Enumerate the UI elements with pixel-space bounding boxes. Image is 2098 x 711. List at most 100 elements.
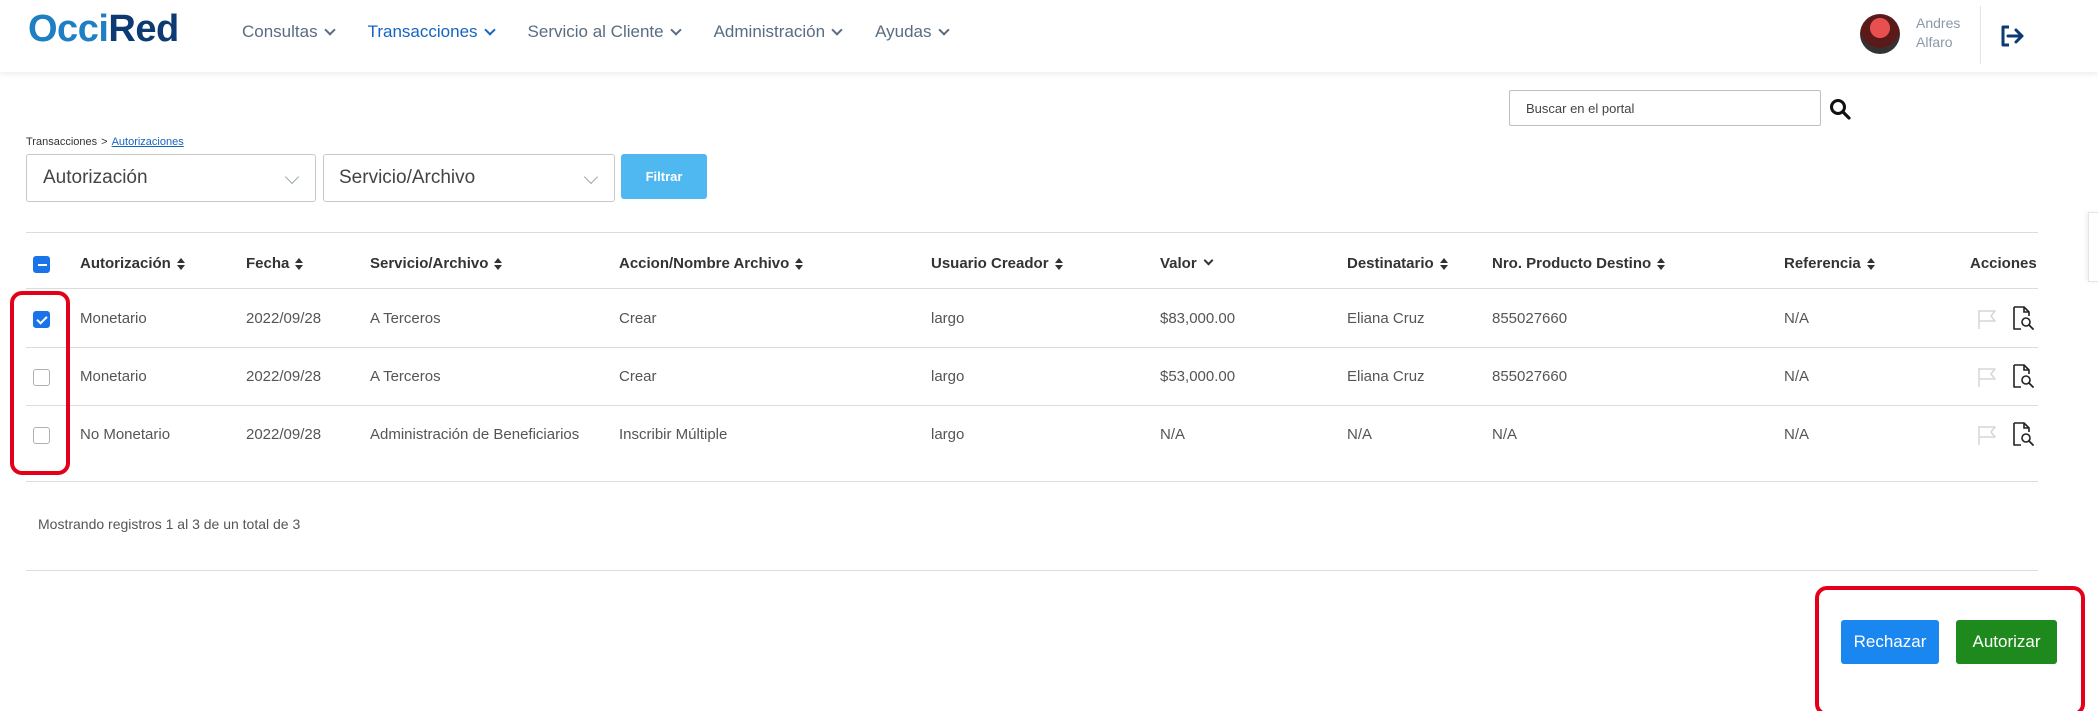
column-header-fecha[interactable]: Fecha [246, 255, 304, 272]
column-header-valor[interactable]: Valor [1160, 255, 1214, 272]
column-header-nro-producto[interactable]: Nro. Producto Destino [1492, 255, 1666, 272]
table-cell: 855027660 [1492, 310, 1568, 327]
column-header-usuario-creador[interactable]: Usuario Creador [931, 255, 1063, 272]
table-top-rule [26, 232, 2038, 233]
column-header-label: Destinatario [1347, 255, 1434, 272]
table-cell: N/A [1347, 426, 1373, 443]
column-header-acciones: Acciones [1970, 255, 2037, 272]
top-header: OcciRed Consultas Transacciones Servicio… [0, 0, 2098, 72]
table-cell: largo [931, 426, 965, 443]
breadcrumb-separator: > [101, 136, 108, 148]
column-header-referencia[interactable]: Referencia [1784, 255, 1875, 272]
buttons-highlight-box [1815, 586, 2085, 711]
chevron-down-icon [1203, 255, 1214, 266]
nav-ayudas[interactable]: Ayudas [875, 22, 950, 42]
table-cell: $83,000.00 [1160, 310, 1236, 327]
chevron-down-icon [583, 169, 599, 185]
brand-logo[interactable]: OcciRed [28, 8, 179, 51]
table-cell: 2022/09/28 [246, 426, 322, 443]
nav-administracion[interactable]: Administración [714, 22, 843, 42]
chevron-down-icon [323, 24, 336, 36]
brand-logo-part1: Occi [28, 8, 109, 50]
column-header-label: Servicio/Archivo [370, 255, 489, 272]
records-summary: Mostrando registros 1 al 3 de un total d… [38, 516, 301, 532]
nav-consultas-label: Consultas [242, 22, 318, 41]
brand-logo-part2: Red [108, 8, 179, 50]
main-nav: Consultas Transacciones Servicio al Clie… [242, 22, 982, 42]
table-cell: Administración de Beneficiarios [370, 426, 580, 443]
side-panel-tab[interactable] [2088, 212, 2098, 282]
sort-icon [795, 258, 804, 271]
filter-button[interactable]: Filtrar [621, 154, 707, 199]
table-cell: Crear [619, 310, 657, 327]
table-cell: 855027660 [1492, 368, 1568, 385]
chevron-down-icon [669, 24, 682, 36]
header-divider [1980, 6, 1981, 64]
document-search-icon[interactable] [2009, 421, 2035, 447]
breadcrumb-current[interactable]: Autorizaciones [112, 136, 184, 148]
nav-consultas[interactable]: Consultas [242, 22, 336, 42]
table-cell: N/A [1784, 310, 1810, 327]
checkbox-highlight-box [10, 291, 70, 475]
chevron-down-icon [483, 24, 496, 36]
chevron-down-icon [831, 24, 843, 36]
table-cell: A Terceros [370, 310, 441, 327]
nav-servicio-cliente[interactable]: Servicio al Cliente [528, 22, 682, 42]
nav-ayudas-label: Ayudas [875, 22, 932, 41]
logout-icon[interactable] [1998, 22, 2026, 50]
flag-icon[interactable] [1975, 307, 1999, 331]
table-row-rule [26, 405, 2038, 406]
select-all-checkbox[interactable] [33, 256, 50, 273]
search-input[interactable] [1509, 90, 1821, 126]
column-header-label: Accion/Nombre Archivo [619, 255, 790, 272]
avatar[interactable] [1860, 14, 1900, 54]
table-cell: A Terceros [370, 368, 441, 385]
column-header-accion-nombre[interactable]: Accion/Nombre Archivo [619, 255, 804, 272]
column-header-destinatario[interactable]: Destinatario [1347, 255, 1448, 272]
sort-icon [494, 258, 503, 271]
flag-icon[interactable] [1975, 365, 1999, 389]
authorization-type-select[interactable]: Autorización [26, 154, 316, 202]
table-bottom-rule [26, 481, 2038, 482]
search-icon[interactable] [1829, 98, 1851, 120]
flag-icon[interactable] [1975, 423, 1999, 447]
table-cell: N/A [1492, 426, 1518, 443]
table-cell: Eliana Cruz [1347, 310, 1425, 327]
column-header-autorizacion[interactable]: Autorización [80, 255, 185, 272]
column-header-label: Valor [1160, 255, 1197, 272]
service-file-select[interactable]: Servicio/Archivo [323, 154, 615, 202]
column-header-label: Usuario Creador [931, 255, 1049, 272]
table-cell: N/A [1784, 368, 1810, 385]
column-header-servicio-archivo[interactable]: Servicio/Archivo [370, 255, 503, 272]
chevron-down-icon [284, 169, 300, 185]
nav-transacciones[interactable]: Transacciones [367, 22, 496, 42]
sort-icon [1054, 258, 1063, 271]
sort-icon [1657, 258, 1666, 271]
column-header-label: Fecha [246, 255, 290, 272]
column-header-label: Nro. Producto Destino [1492, 255, 1652, 272]
table-cell: Monetario [80, 310, 147, 327]
table-cell: largo [931, 310, 965, 327]
table-cell: Inscribir Múltiple [619, 426, 728, 443]
table-cell: No Monetario [80, 426, 171, 443]
sort-icon [176, 258, 185, 271]
table-cell: largo [931, 368, 965, 385]
footer-rule [26, 570, 2038, 571]
document-search-icon[interactable] [2009, 363, 2035, 389]
table-cell: Monetario [80, 368, 147, 385]
nav-transacciones-label: Transacciones [367, 22, 478, 41]
document-search-icon[interactable] [2009, 305, 2035, 331]
column-header-label: Referencia [1784, 255, 1861, 272]
chevron-down-icon [937, 24, 950, 36]
sort-icon [295, 258, 304, 271]
table-row-rule [26, 347, 2038, 348]
user-first-name: Andres [1916, 15, 1961, 31]
table-cell: 2022/09/28 [246, 368, 322, 385]
table-header-rule [26, 288, 2038, 289]
table-cell: 2022/09/28 [246, 310, 322, 327]
column-header-label: Autorización [80, 255, 171, 272]
sort-icon [1866, 258, 1875, 271]
user-name[interactable]: Andres Alfaro [1916, 14, 1960, 52]
breadcrumb-root[interactable]: Transacciones [26, 136, 97, 148]
table-cell: $53,000.00 [1160, 368, 1236, 385]
